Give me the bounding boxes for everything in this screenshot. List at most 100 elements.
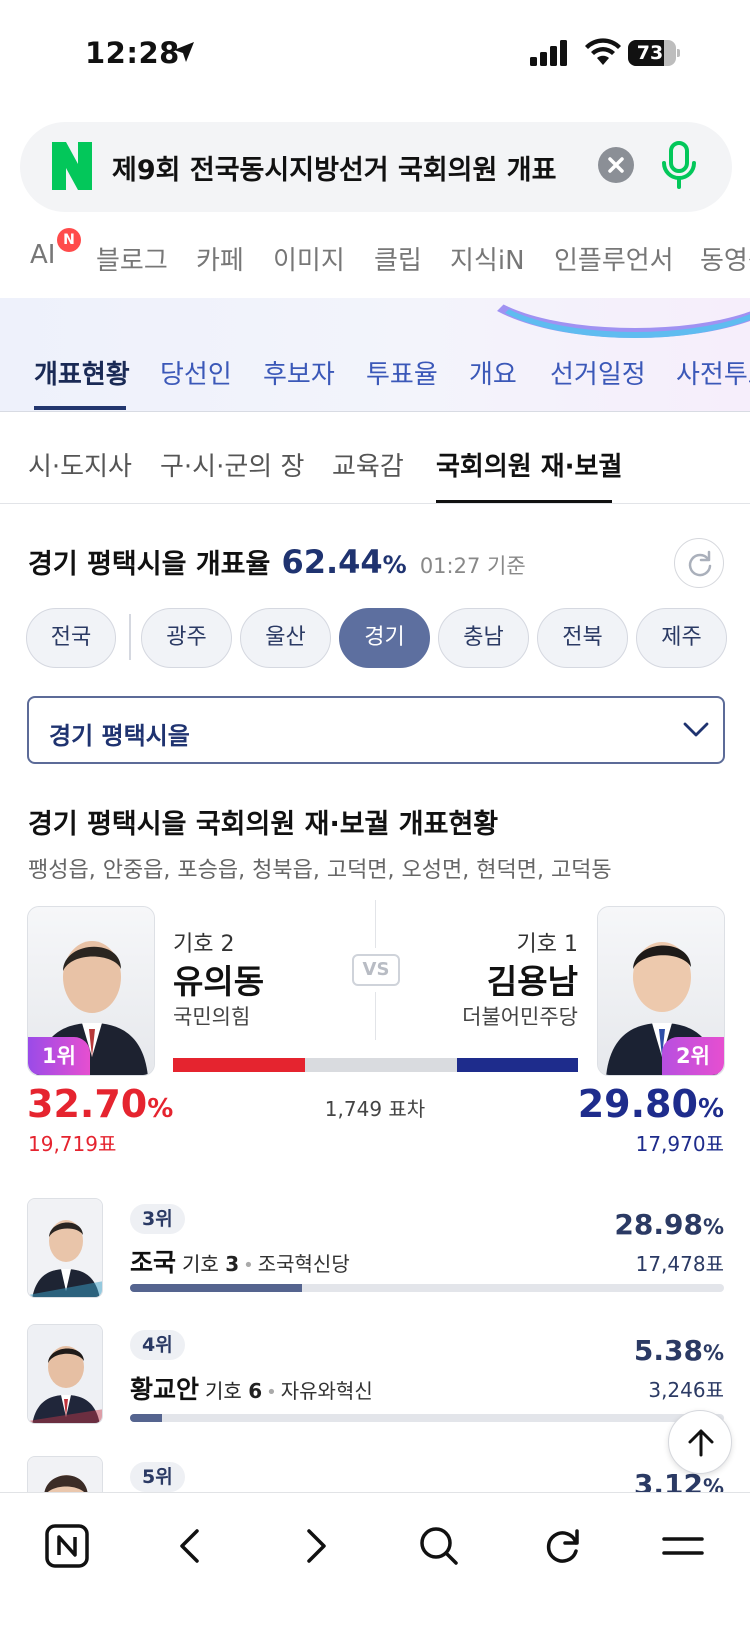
election-type-tabs: 시·도지사 구·시·군의 장 교육감 국회의원 재·보궐 xyxy=(0,412,750,504)
vote-share-bar xyxy=(173,1058,578,1072)
vote-bar-fill-3rd xyxy=(130,1284,302,1292)
tab-clip[interactable]: 클립 xyxy=(374,240,422,277)
active-subtab-indicator xyxy=(436,500,612,503)
tab-early-voting[interactable]: 사전투표 xyxy=(676,354,750,391)
region-chip-jeonbuk[interactable]: 전북 xyxy=(537,608,628,668)
vote-percent-2nd: 29.80% xyxy=(578,1082,724,1126)
chevron-down-icon xyxy=(683,722,709,737)
microphone-icon[interactable] xyxy=(660,141,698,189)
browser-toolbar xyxy=(0,1492,750,1630)
tab-mayor[interactable]: 구·시·군의 장 xyxy=(160,446,304,483)
vote-percent-1st: 32.70% xyxy=(27,1082,173,1126)
person-portrait-icon xyxy=(28,1457,102,1496)
candidate-name-4th: 황교안 xyxy=(130,1375,200,1404)
tab-blog[interactable]: 블로그 xyxy=(96,240,168,277)
region-chip-nationwide[interactable]: 전국 xyxy=(26,608,116,668)
tab-superintendent[interactable]: 교육감 xyxy=(332,446,404,483)
vote-percent-3rd-value: 28.98 xyxy=(614,1208,703,1241)
active-tab-indicator xyxy=(34,406,126,410)
vote-share-bar-2nd xyxy=(457,1058,578,1072)
counting-rate: 경기 평택시을 개표율 62.44% 01:27 기준 xyxy=(28,542,526,581)
rank-pill-4th: 4위 xyxy=(130,1330,185,1360)
tab-kin[interactable]: 지식iN xyxy=(450,240,525,277)
vote-percent-1st-value: 32.70 xyxy=(27,1082,148,1126)
region-chip-gyeonggi[interactable]: 경기 xyxy=(339,608,430,668)
close-icon xyxy=(608,157,624,173)
district-towns: 팽성읍, 안중읍, 포승읍, 청북읍, 고덕면, 오성면, 현덕면, 고덕동 xyxy=(28,858,612,883)
tab-ai[interactable]: AI xyxy=(30,240,55,270)
region-chip-ulsan[interactable]: 울산 xyxy=(240,608,331,668)
vs-badge: VS xyxy=(352,954,400,986)
vote-percent-2nd-value: 29.80 xyxy=(577,1082,698,1126)
region-chip-chungnam[interactable]: 충남 xyxy=(438,608,529,668)
divider-bottom xyxy=(375,992,376,1040)
candidate-photo-2nd[interactable]: 2위 xyxy=(597,906,725,1076)
clear-search-button[interactable] xyxy=(598,147,634,183)
tab-by-election[interactable]: 국회의원 재·보궐 xyxy=(436,446,622,483)
person-portrait-icon xyxy=(28,1199,102,1297)
section-title: 경기 평택시을 국회의원 재·보궐 개표현황 xyxy=(28,809,499,840)
search-query[interactable]: 제9회 전국동시지방선거 국회의원 개표 xyxy=(112,148,602,187)
search-icon[interactable] xyxy=(414,1521,464,1571)
vote-bar-4th xyxy=(130,1414,724,1422)
region-chip-gwangju[interactable]: 광주 xyxy=(141,608,232,668)
counting-rate-label: 경기 평택시을 개표율 xyxy=(28,549,271,580)
naver-home-icon[interactable] xyxy=(42,1521,92,1571)
rank-pill-5th: 5위 xyxy=(130,1462,185,1492)
tab-video[interactable]: 동영상 xyxy=(700,240,750,277)
candidate-party-3rd: 조국혁신당 xyxy=(257,1252,350,1276)
district-select-value: 경기 평택시을 xyxy=(49,722,190,750)
search-bar[interactable]: 제9회 전국동시지방선거 국회의원 개표 xyxy=(20,122,732,212)
region-chip-jeju[interactable]: 제주 xyxy=(636,608,727,668)
percent-unit: % xyxy=(702,1341,724,1365)
candidate-number-3rd: 3 xyxy=(225,1252,240,1276)
percent-unit: % xyxy=(702,1475,724,1492)
forward-icon[interactable] xyxy=(290,1521,340,1571)
back-icon[interactable] xyxy=(166,1521,216,1571)
location-arrow-icon xyxy=(174,42,194,62)
naver-logo-icon[interactable] xyxy=(52,142,92,190)
candidate-party-2nd: 더불어민주당 xyxy=(462,1005,578,1029)
tab-schedule[interactable]: 선거일정 xyxy=(550,354,646,391)
battery-icon: 73 xyxy=(628,40,680,66)
candidate-photo-1st[interactable]: 1위 xyxy=(27,906,155,1076)
reload-icon[interactable] xyxy=(538,1521,588,1571)
number-prefix: 기호 xyxy=(205,1379,242,1403)
candidate-photo-5th[interactable] xyxy=(27,1456,103,1496)
tab-turnout[interactable]: 투표율 xyxy=(366,354,438,391)
vote-bar-3rd xyxy=(130,1284,724,1292)
percent-unit: % xyxy=(147,1094,174,1124)
service-tabs: AI N 블로그 카페 이미지 클립 지식iN 인플루언서 동영상 xyxy=(0,228,750,298)
tab-candidates[interactable]: 후보자 xyxy=(263,354,335,391)
vote-percent-3rd: 28.98% xyxy=(614,1208,724,1241)
rank-pill-3rd: 3위 xyxy=(130,1204,185,1234)
candidate-photo-3rd[interactable] xyxy=(27,1198,103,1298)
banner-decoration-2 xyxy=(480,298,750,338)
wifi-icon xyxy=(585,38,621,65)
candidate-number-4th: 6 xyxy=(248,1379,263,1403)
tab-image[interactable]: 이미지 xyxy=(273,240,345,277)
election-tabs: 개표현황 당선인 후보자 투표율 개요 선거일정 사전투표 xyxy=(0,298,750,412)
vote-count-4th: 3,246표 xyxy=(648,1378,724,1402)
percent-unit: % xyxy=(697,1094,724,1124)
status-bar: 12:28 73 xyxy=(0,0,750,110)
candidate-info-3rd: 조국 기호 3 • 조국혁신당 xyxy=(130,1243,350,1279)
candidate-photo-4th[interactable] xyxy=(27,1324,103,1424)
candidate-name-2nd: 김용남 xyxy=(486,962,578,1001)
tab-influencer[interactable]: 인플루언서 xyxy=(554,240,674,277)
tab-overview[interactable]: 개요 xyxy=(469,354,517,391)
rank-badge-1st: 1위 xyxy=(28,1037,90,1075)
tab-cafe[interactable]: 카페 xyxy=(196,240,244,277)
tab-winners[interactable]: 당선인 xyxy=(160,354,232,391)
scroll-to-top-button[interactable] xyxy=(668,1410,732,1474)
menu-icon[interactable] xyxy=(658,1521,708,1571)
candidate-info-4th: 황교안 기호 6 • 자유와혁신 xyxy=(130,1370,373,1406)
district-select[interactable]: 경기 평택시을 xyxy=(27,696,725,764)
candidate-number-2nd: 기호 1 xyxy=(516,932,578,957)
tab-governor[interactable]: 시·도지사 xyxy=(28,446,132,483)
candidate-name-1st: 유의동 xyxy=(173,962,265,1001)
vote-percent-4th-value: 5.38 xyxy=(633,1334,703,1367)
separator-dot: • xyxy=(266,1382,277,1403)
refresh-button[interactable] xyxy=(674,538,724,588)
tab-counting-status[interactable]: 개표현황 xyxy=(34,354,130,391)
